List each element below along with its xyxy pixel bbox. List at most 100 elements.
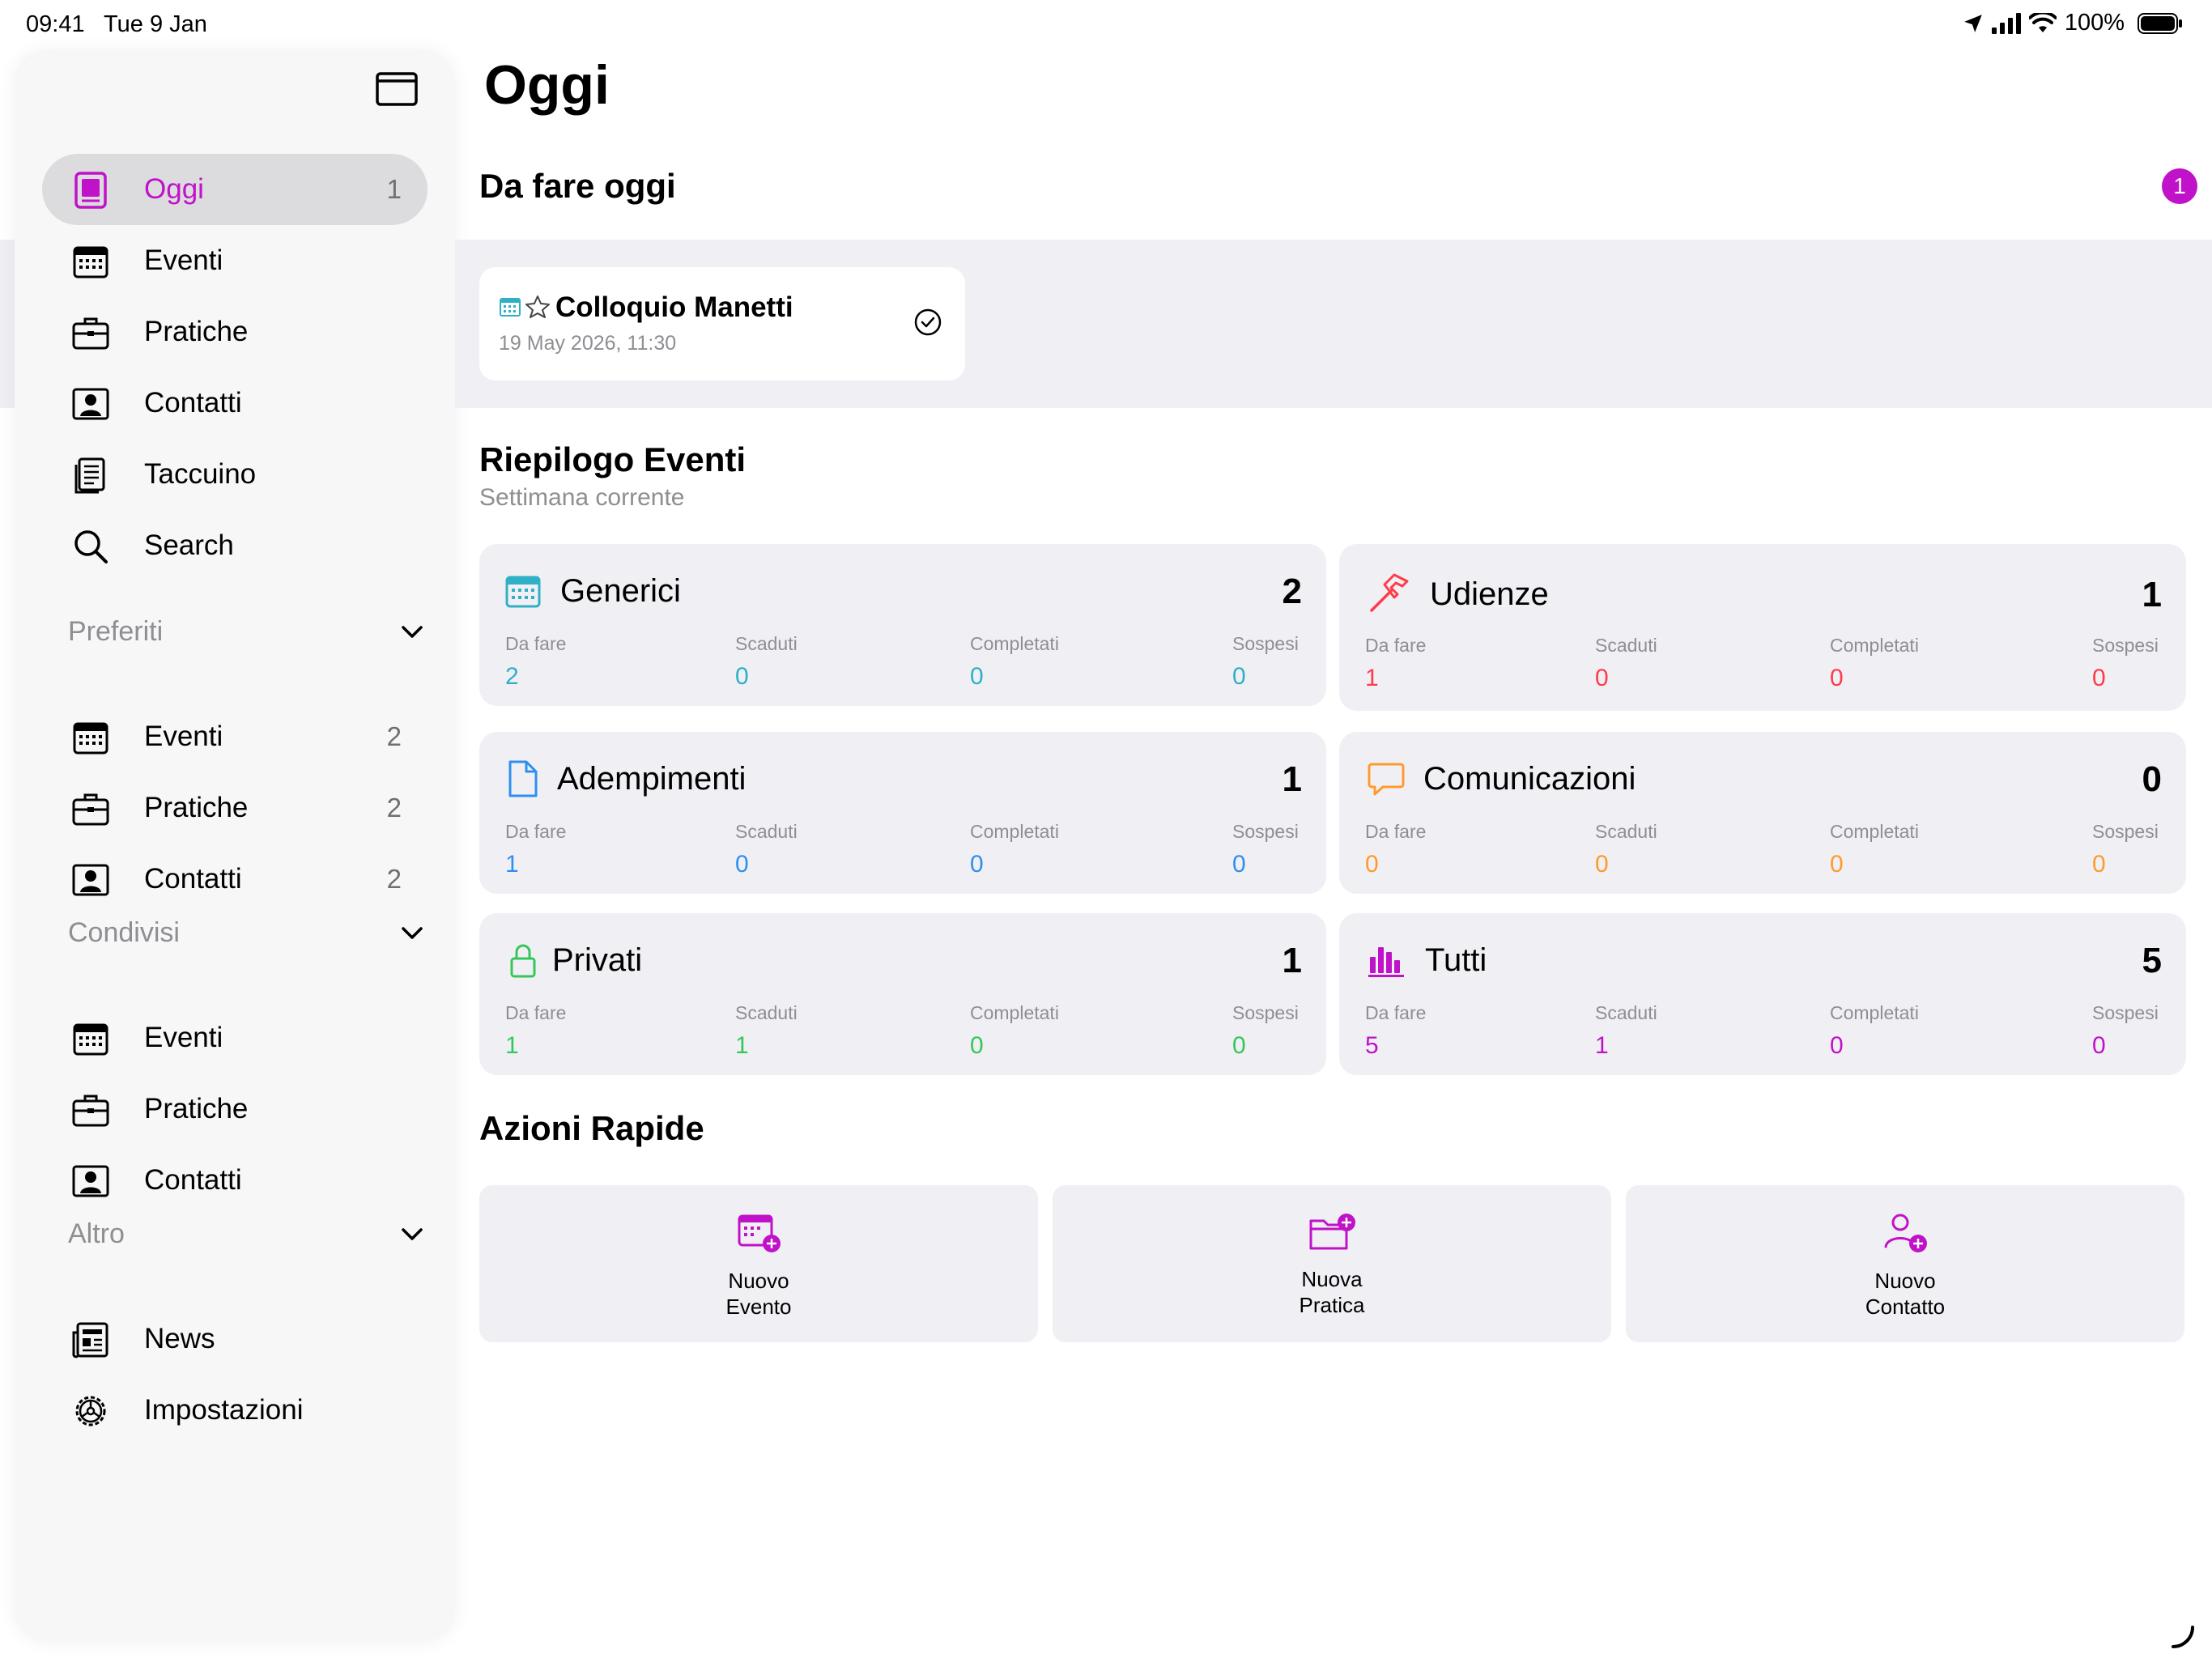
summary-card-privati[interactable]: Privati 1 Da fare 1 Scaduti 1 Completati 0 … [479, 913, 1326, 1075]
quick-action-line1: Nuova [1301, 1267, 1363, 1291]
stat-scaduti: Scaduti 1 [735, 1002, 798, 1060]
stat-label: Sospesi [2092, 821, 2159, 842]
resize-handle-icon[interactable] [2168, 1622, 2196, 1650]
today-icon [74, 172, 107, 209]
stat-value: 1 [505, 851, 519, 878]
quick-action-label: Nuovo Evento [479, 1268, 1038, 1320]
stat-value: 1 [1365, 665, 1379, 691]
contact-card-icon [72, 1165, 109, 1197]
sidebar-item-label: News [144, 1323, 215, 1354]
summary-card-generici[interactable]: Generici 2 Da fare 2 Scaduti 0 Completati 0… [479, 544, 1326, 706]
stat-label: Completati [970, 1002, 1059, 1023]
add-contact-icon [1884, 1214, 1927, 1252]
stat-label: Da fare [1365, 821, 1427, 842]
stat-sospesi: Sospesi 0 [1232, 633, 1299, 691]
stat-label: Da fare [1365, 635, 1427, 656]
stat-label: Completati [970, 633, 1059, 654]
summary-card-adempimenti[interactable]: Adempimenti 1 Da fare 1 Scaduti 0 Completa… [479, 732, 1326, 894]
checkmark-circle-icon[interactable] [913, 308, 942, 337]
stat-value: 0 [1232, 663, 1246, 690]
stat-da-fare: Da fare 1 [505, 1002, 566, 1060]
sidebar-item-count: 2 [386, 721, 402, 751]
sidebar-item-contatti[interactable]: Contatti [42, 368, 428, 439]
section-title: Altro [68, 1218, 125, 1249]
sidebar-item-pratiche[interactable]: Pratiche [42, 296, 428, 368]
briefcase-icon [72, 317, 109, 350]
stat-sospesi: Sospesi 0 [1232, 1002, 1299, 1060]
sidebar-item-label: Eventi [144, 1022, 223, 1053]
sidebar-item-oggi[interactable]: Oggi 1 [42, 154, 428, 225]
stat-label: Sospesi [1232, 821, 1299, 842]
briefcase-icon [72, 793, 109, 826]
stat-sospesi: Sospesi 0 [2092, 821, 2159, 878]
sidebar-item-preferiti-pratiche[interactable]: Pratiche 2 [42, 772, 428, 844]
chevron-down-icon [402, 1228, 423, 1240]
stat-label: Da fare [505, 821, 567, 842]
stat-scaduti: Scaduti 0 [1595, 821, 1657, 878]
summary-heading: Riepilogo Eventi [479, 440, 747, 478]
sidebar-item-impostazioni[interactable]: Impostazioni [42, 1375, 428, 1446]
section-header-condivisi[interactable]: Condivisi [68, 908, 424, 957]
new-event-button[interactable]: Nuovo Evento [479, 1185, 1038, 1342]
calendar-icon [73, 722, 108, 755]
search-icon [74, 530, 108, 563]
sidebar-item-preferiti-eventi[interactable]: Eventi 2 [42, 701, 428, 772]
stat-value: 0 [735, 851, 749, 878]
new-contact-button[interactable]: Nuovo Contatto [1626, 1185, 2184, 1342]
stat-completati: Completati 0 [1830, 1002, 1919, 1060]
status-indicators: 100% [1963, 10, 2183, 36]
card-total: 1 [1282, 759, 1302, 799]
section-header-altro[interactable]: Altro [68, 1209, 424, 1258]
stat-sospesi: Sospesi 0 [2092, 635, 2159, 692]
summary-card-tutti[interactable]: Tutti 5 Da fare 5 Scaduti 1 Completati 0 So… [1339, 913, 2186, 1075]
stat-label: Completati [970, 821, 1059, 842]
stat-value: 0 [970, 851, 984, 878]
sidebar-item-preferiti-contatti[interactable]: Contatti 2 [42, 844, 428, 915]
stat-da-fare: Da fare 5 [1365, 1002, 1426, 1060]
settings-gear-icon [75, 1396, 106, 1426]
todo-item-card[interactable]: Colloquio Manetti 19 May 2026, 11:30 [479, 267, 965, 380]
stat-completati: Completati 0 [1830, 821, 1919, 878]
sidebar-item-taccuino[interactable]: Taccuino [42, 439, 428, 510]
sidebar-item-label: Contatti [144, 387, 242, 419]
section-header-preferiti[interactable]: Preferiti [68, 607, 424, 656]
stat-value: 0 [2092, 665, 2106, 691]
stat-value: 0 [970, 663, 984, 690]
sidebar-item-search[interactable]: Search [42, 510, 428, 581]
stat-value: 1 [1595, 1032, 1609, 1059]
stat-value: 2 [505, 663, 519, 690]
sidebar-item-condivisi-eventi[interactable]: Eventi [42, 1002, 428, 1073]
sidebar-item-eventi[interactable]: Eventi [42, 225, 428, 296]
sidebar-item-condivisi-contatti[interactable]: Contatti [42, 1145, 428, 1216]
stat-value: 0 [1830, 851, 1844, 878]
chat-bubble-icon [1368, 763, 1405, 796]
stat-label: Scaduti [1595, 1002, 1657, 1023]
card-total: 1 [1282, 941, 1302, 980]
new-pratica-button[interactable]: Nuova Pratica [1053, 1185, 1611, 1342]
location-arrow-icon [1963, 14, 1982, 32]
todo-item-title: Colloquio Manetti [555, 291, 793, 323]
stat-label: Da fare [505, 1002, 567, 1023]
sidebar-item-label: Contatti [144, 1164, 242, 1196]
stat-da-fare: Da fare 2 [505, 633, 566, 691]
stat-label: Da fare [505, 633, 567, 654]
stat-scaduti: Scaduti 0 [735, 821, 798, 878]
quick-action-line2: Evento [725, 1295, 792, 1319]
status-date: Tue 9 Jan [104, 11, 207, 37]
calendar-icon [73, 1023, 108, 1056]
sidebar-item-label: Contatti [144, 863, 242, 895]
page-title: Oggi [484, 54, 610, 116]
summary-card-comunicazioni[interactable]: Comunicazioni 0 Da fare 0 Scaduti 0 Comple… [1339, 732, 2186, 894]
stat-value: 0 [1232, 1032, 1246, 1059]
sidebar-item-news[interactable]: News [42, 1303, 428, 1375]
stat-value: 0 [1595, 851, 1609, 878]
sidebar-toggle-icon[interactable] [374, 70, 419, 108]
sidebar-item-condivisi-pratiche[interactable]: Pratiche [42, 1073, 428, 1145]
calendar-icon [73, 246, 108, 278]
star-icon [525, 295, 550, 318]
sidebar-item-label: Pratiche [144, 1093, 249, 1124]
summary-card-udienze[interactable]: Udienze 1 Da fare 1 Scaduti 0 Completati 0 … [1339, 544, 2186, 711]
card-total: 1 [2142, 575, 2162, 614]
status-time: 09:41 [26, 11, 85, 37]
sidebar-item-count: 2 [386, 864, 402, 894]
